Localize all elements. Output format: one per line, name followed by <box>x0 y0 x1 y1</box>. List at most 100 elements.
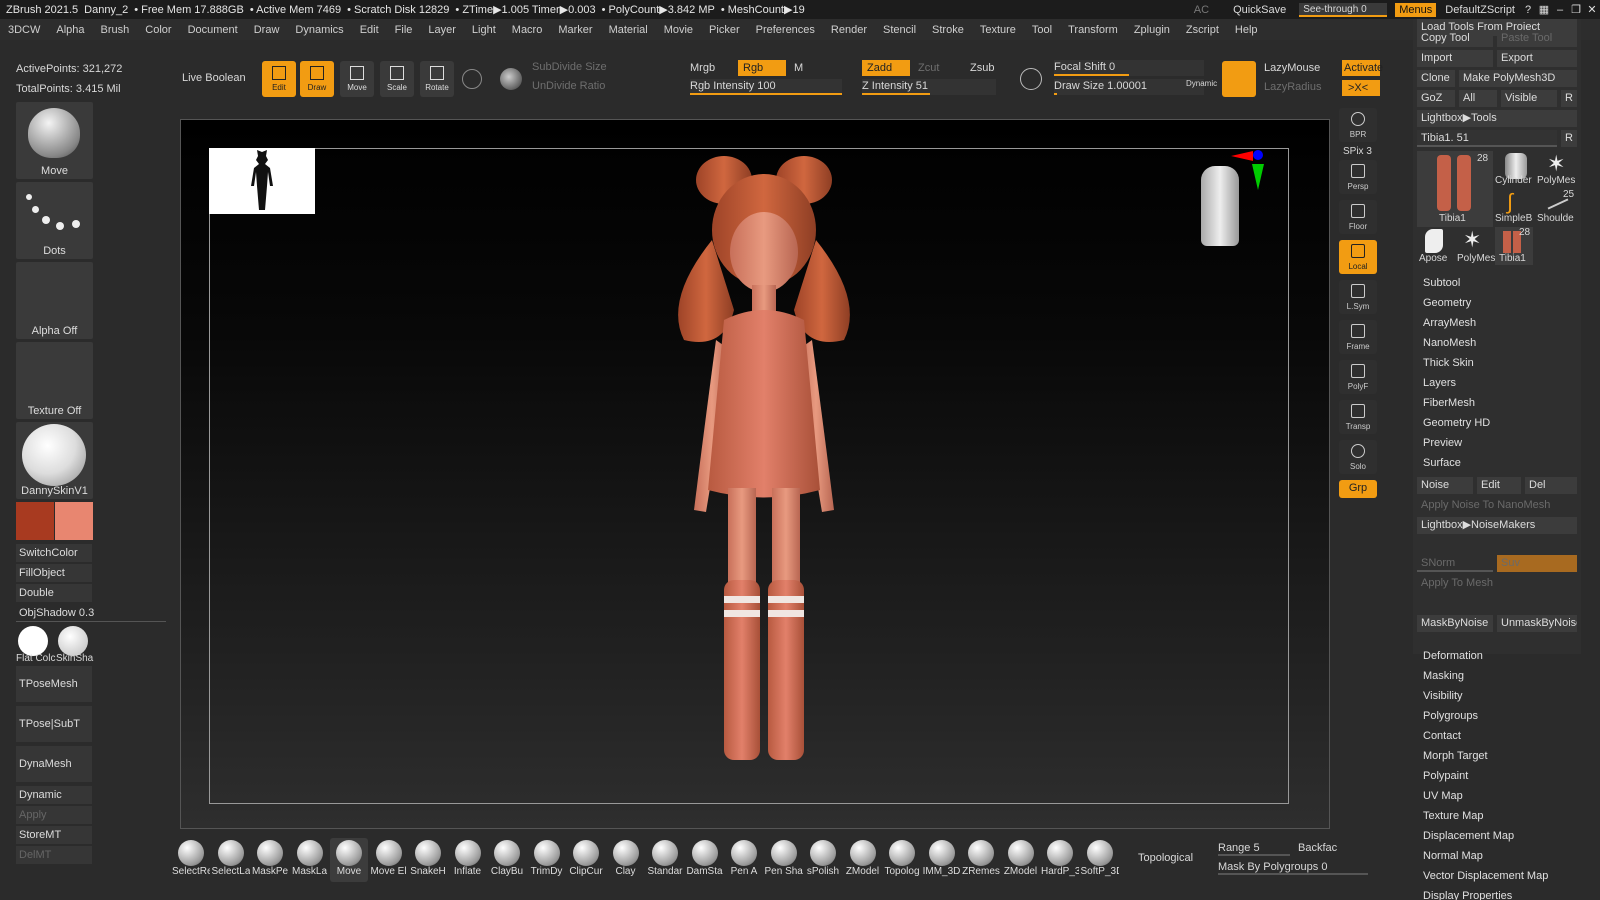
menu-document[interactable]: Document <box>180 24 246 36</box>
ac-button[interactable]: AC <box>1189 4 1214 16</box>
tool-subpalette-subtool[interactable]: Subtool <box>1423 277 1460 289</box>
rgb-intensity-slider[interactable]: Rgb Intensity 100 <box>690 79 842 95</box>
menu-movie[interactable]: Movie <box>656 24 701 36</box>
navigator-thumbnail[interactable] <box>209 148 315 214</box>
mrgb-button[interactable]: Mrgb <box>690 62 715 74</box>
tool-subpalette-preview[interactable]: Preview <box>1423 437 1462 449</box>
material-selector[interactable]: DannySkinV1 <box>16 422 93 499</box>
brush-slot-trimdy[interactable]: TrimDy <box>528 838 566 882</box>
menu-dynamics[interactable]: Dynamics <box>287 24 351 36</box>
brush-slot-claybu[interactable]: ClayBu <box>488 838 526 882</box>
tool-subpalette-thick-skin[interactable]: Thick Skin <box>1423 357 1474 369</box>
subdivide-size-slider[interactable]: SubDivide Size <box>532 61 607 73</box>
spix-slider[interactable]: SPix 3 <box>1343 146 1372 157</box>
bpr-button[interactable]: BPR <box>1339 108 1377 142</box>
brush-slot-selectre[interactable]: SelectRe <box>172 838 210 882</box>
del-mt-button[interactable]: DelMT <box>16 846 92 864</box>
menu-marker[interactable]: Marker <box>550 24 600 36</box>
tool-subpalette-nanomesh[interactable]: NanoMesh <box>1423 337 1476 349</box>
quicksave-button[interactable]: QuickSave <box>1228 4 1291 16</box>
snorm-slider[interactable]: SNorm <box>1417 555 1493 572</box>
tool-subpalette-vector-displacement-map[interactable]: Vector Displacement Map <box>1423 870 1548 882</box>
tool-thumb-tibia1[interactable]: Tibia1 28 <box>1417 151 1493 227</box>
tool-subpalette-masking[interactable]: Masking <box>1423 670 1464 682</box>
goz-r-button[interactable]: R <box>1561 90 1577 107</box>
brush-selector[interactable]: Move <box>16 102 93 179</box>
rotate-mode-button[interactable]: Rotate <box>420 61 454 97</box>
undivide-ratio-slider[interactable]: UnDivide Ratio <box>532 80 605 92</box>
scale-mode-button[interactable]: Scale <box>380 61 414 97</box>
x-symmetry-toggle[interactable]: >X< <box>1342 80 1380 96</box>
clone-button[interactable]: Clone <box>1417 70 1455 87</box>
tool-subpalette-surface[interactable]: Surface <box>1423 457 1461 469</box>
topological-toggle[interactable]: Topological <box>1138 852 1193 864</box>
alpha-selector[interactable]: Alpha Off <box>16 262 93 339</box>
brush-slot-maskla[interactable]: MaskLa <box>291 838 329 882</box>
menu-alpha[interactable]: Alpha <box>48 24 92 36</box>
apply-noise-nanomesh-button[interactable]: Apply Noise To NanoMesh <box>1417 497 1577 514</box>
paste-tool-button[interactable]: Paste Tool <box>1497 30 1577 47</box>
polyf-button[interactable]: PolyF <box>1339 360 1377 394</box>
tool-thumb-apose[interactable]: Apose <box>1417 227 1453 265</box>
obj-shadow-slider[interactable]: ObjShadow 0.3 <box>16 604 166 622</box>
menu-brush[interactable]: Brush <box>93 24 138 36</box>
brush-slot-hardp-3[interactable]: HardP_3 <box>1041 838 1079 882</box>
tool-subpalette-visibility[interactable]: Visibility <box>1423 690 1463 702</box>
brush-slot-maskpe[interactable]: MaskPe <box>251 838 289 882</box>
live-boolean-button[interactable]: Live Boolean <box>182 72 246 84</box>
tool-slider[interactable]: Tibia1. 51 <box>1417 130 1557 147</box>
tool-slider-r-button[interactable]: R <box>1561 130 1577 147</box>
brush-slot-inflate[interactable]: Inflate <box>449 838 487 882</box>
store-mt-button[interactable]: StoreMT <box>16 826 92 844</box>
menu-material[interactable]: Material <box>601 24 656 36</box>
menu-help[interactable]: Help <box>1227 24 1266 36</box>
apply-button[interactable]: Apply <box>16 806 92 824</box>
document-canvas[interactable] <box>180 119 1330 829</box>
menu-render[interactable]: Render <box>823 24 875 36</box>
backface-mask-toggle[interactable]: Backfac <box>1298 842 1337 854</box>
tool-subpalette-arraymesh[interactable]: ArrayMesh <box>1423 317 1476 329</box>
menu-light[interactable]: Light <box>464 24 504 36</box>
dynamic-size-toggle[interactable]: Dynamic <box>1186 79 1217 88</box>
activate-symmetry-button[interactable]: Activate <box>1342 60 1383 76</box>
lsym-button[interactable]: L.Sym <box>1339 280 1377 314</box>
tool-thumb-shoulder[interactable]: 25 Shoulde <box>1535 189 1577 225</box>
menu-3dcw[interactable]: 3DCW <box>0 24 48 36</box>
help-icon[interactable]: ? <box>1520 4 1536 16</box>
brush-slot-zremes[interactable]: ZRemes <box>962 838 1000 882</box>
m-toggle[interactable]: M <box>794 62 803 74</box>
tool-subpalette-fibermesh[interactable]: FiberMesh <box>1423 397 1475 409</box>
brush-slot-softp-3d[interactable]: SoftP_3D <box>1081 838 1119 882</box>
gizmo-icon[interactable] <box>500 68 522 90</box>
see-through-slider[interactable]: See-through 0 <box>1299 2 1388 17</box>
menu-draw[interactable]: Draw <box>246 24 288 36</box>
brush-slot-clay[interactable]: Clay <box>607 838 645 882</box>
tool-subpalette-deformation[interactable]: Deformation <box>1423 650 1483 662</box>
tool-subpalette-normal-map[interactable]: Normal Map <box>1423 850 1483 862</box>
goz-visible-button[interactable]: Visible <box>1501 90 1557 107</box>
default-zscript-button[interactable]: DefaultZScript <box>1440 4 1520 16</box>
menu-stroke[interactable]: Stroke <box>924 24 972 36</box>
tool-thumb-tibia1-2[interactable]: 28 Tibia1 <box>1495 227 1533 265</box>
brush-slot-pen-a[interactable]: Pen A <box>725 838 763 882</box>
brush-slot-selectla[interactable]: SelectLa <box>212 838 250 882</box>
tool-subpalette-polypaint[interactable]: Polypaint <box>1423 770 1468 782</box>
menu-layer[interactable]: Layer <box>420 24 464 36</box>
goz-all-button[interactable]: All <box>1459 90 1497 107</box>
brush-slot-standar[interactable]: Standar <box>646 838 684 882</box>
tool-subpalette-polygroups[interactable]: Polygroups <box>1423 710 1478 722</box>
tpose-subt-button[interactable]: TPose|SubT <box>16 706 92 742</box>
edit-mode-button[interactable]: Edit <box>262 61 296 97</box>
fill-object-button[interactable]: FillObject <box>16 564 92 582</box>
dynamic-toggle[interactable]: Dynamic <box>16 786 92 804</box>
switch-color-button[interactable]: SwitchColor <box>16 544 92 562</box>
brush-slot-snakeh[interactable]: SnakeH <box>409 838 447 882</box>
zcut-toggle[interactable]: Zcut <box>918 62 939 74</box>
menu-color[interactable]: Color <box>137 24 179 36</box>
grp-button[interactable]: Grp <box>1339 480 1377 498</box>
menu-preferences[interactable]: Preferences <box>748 24 823 36</box>
mask-by-polygroups-slider[interactable]: Mask By Polygroups 0 <box>1218 861 1368 875</box>
tool-subpalette-contact[interactable]: Contact <box>1423 730 1461 742</box>
transp-button[interactable]: Transp <box>1339 400 1377 434</box>
brush-slot-zmodel[interactable]: ZModel <box>844 838 882 882</box>
